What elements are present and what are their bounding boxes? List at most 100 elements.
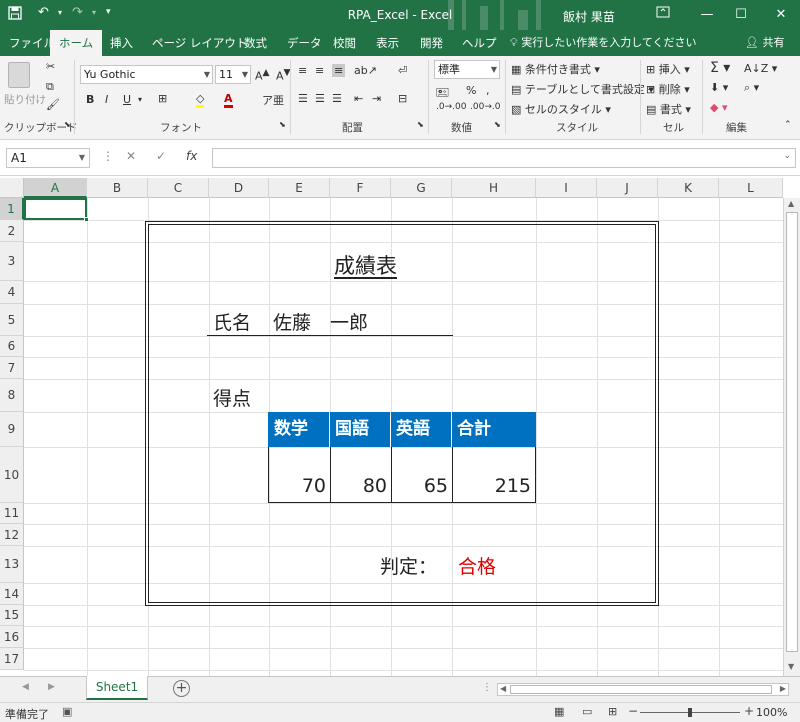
align-middle-icon[interactable]: ≡	[315, 64, 324, 77]
paste-button[interactable]: 貼り付け	[4, 92, 46, 107]
increase-indent-icon[interactable]: ⇥	[372, 92, 381, 105]
row-header-3[interactable]: 3	[0, 242, 24, 281]
sheet-scroll-right-icon[interactable]: ▶	[48, 682, 55, 692]
row-header-1[interactable]: 1	[0, 198, 24, 220]
percent-icon[interactable]: %	[466, 84, 476, 97]
normal-view-icon[interactable]: ▦	[554, 705, 564, 718]
page-layout-view-icon[interactable]: ▭	[582, 705, 592, 718]
column-header-k[interactable]: K	[658, 178, 719, 198]
zoom-level[interactable]: 100%	[756, 706, 787, 719]
increase-decimal-icon[interactable]: .0→.00	[436, 102, 466, 112]
tab-data[interactable]: データ	[287, 30, 322, 56]
column-header-e[interactable]: E	[269, 178, 330, 198]
find-select-icon[interactable]: ⌕ ▾	[744, 81, 759, 95]
phonetic-icon[interactable]: ア亜	[262, 92, 284, 108]
column-header-f[interactable]: F	[330, 178, 391, 198]
row-header-14[interactable]: 14	[0, 583, 24, 605]
close-icon[interactable]: ✕	[770, 4, 792, 26]
decrease-font-icon[interactable]: A▼	[276, 67, 291, 83]
macro-record-icon[interactable]: ▣	[62, 705, 72, 718]
fill-color-icon[interactable]: ◇	[196, 92, 205, 108]
row-header-8[interactable]: 8	[0, 379, 24, 412]
number-format-box[interactable]: 標準 ▼	[434, 60, 500, 79]
insert-cells-button[interactable]: ⊞ 挿入 ▾	[646, 61, 690, 77]
number-launcher-icon[interactable]: ⬊	[494, 120, 501, 129]
sheet-scroll-left-icon[interactable]: ◀	[22, 682, 29, 692]
row-header-7[interactable]: 7	[0, 357, 24, 379]
bold-button[interactable]: B	[86, 93, 94, 106]
tab-page-layout[interactable]: ページ レイアウト	[152, 30, 247, 56]
decrease-decimal-icon[interactable]: .00→.0	[470, 102, 500, 112]
font-size-box[interactable]: 11 ▼	[215, 65, 251, 84]
row-header-6[interactable]: 6	[0, 336, 24, 357]
tab-developer[interactable]: 開発	[420, 30, 443, 56]
tell-me-box[interactable]: 💡︎ 実行したい作業を入力してください	[510, 30, 697, 56]
column-header-j[interactable]: J	[597, 178, 658, 198]
autosum-icon[interactable]: Σ ▾	[710, 60, 730, 76]
tab-insert[interactable]: 挿入	[110, 30, 133, 56]
zoom-in-icon[interactable]: +	[744, 704, 754, 718]
decrease-indent-icon[interactable]: ⇤	[354, 92, 363, 105]
sheet-tab-sheet1[interactable]: Sheet1	[86, 676, 148, 700]
minimize-icon[interactable]: —	[696, 4, 718, 26]
paste-icon[interactable]	[8, 62, 30, 88]
align-left-icon[interactable]: ☰	[298, 92, 308, 105]
row-header-10[interactable]: 10	[0, 447, 24, 503]
tab-help[interactable]: ヘルプ	[462, 30, 497, 56]
align-center-icon[interactable]: ☰	[315, 92, 325, 105]
formula-input[interactable]: ⌄	[212, 148, 796, 168]
maximize-icon[interactable]: ☐	[730, 4, 752, 26]
column-header-i[interactable]: I	[536, 178, 597, 198]
row-header-11[interactable]: 11	[0, 503, 24, 524]
collapse-ribbon-icon[interactable]: ⌃	[784, 120, 792, 130]
vertical-scrollbar[interactable]: ▲ ▼	[783, 198, 800, 676]
column-header-a[interactable]: A	[24, 178, 87, 198]
sort-filter-icon[interactable]: A↓Z ▾	[744, 62, 777, 75]
align-top-icon[interactable]: ≡	[298, 64, 307, 77]
format-cells-button[interactable]: ▤ 書式 ▾	[646, 101, 691, 117]
row-header-16[interactable]: 16	[0, 626, 24, 648]
underline-dropdown-icon[interactable]: ▾	[138, 95, 142, 104]
alignment-launcher-icon[interactable]: ⬊	[417, 120, 424, 129]
worksheet-grid[interactable]: A B C D E F G H I J K L 1 2 3 4 5 6 7 8 …	[0, 178, 800, 676]
comma-icon[interactable]: ,	[486, 84, 490, 97]
cut-icon[interactable]: ✂	[46, 60, 55, 73]
row-header-4[interactable]: 4	[0, 281, 24, 304]
vertical-scroll-thumb[interactable]	[786, 212, 798, 652]
font-name-box[interactable]: Yu Gothic ▼	[80, 65, 213, 84]
copy-icon[interactable]: ⧉	[46, 80, 54, 94]
scroll-up-icon[interactable]: ▲	[788, 199, 794, 208]
row-header-2[interactable]: 2	[0, 220, 24, 242]
align-bottom-icon[interactable]: ≡	[332, 64, 346, 77]
zoom-slider-knob[interactable]	[688, 708, 692, 717]
column-header-g[interactable]: G	[391, 178, 452, 198]
column-header-b[interactable]: B	[87, 178, 148, 198]
tab-formulas[interactable]: 数式	[244, 30, 267, 56]
scroll-down-icon[interactable]: ▼	[788, 662, 794, 671]
column-header-c[interactable]: C	[148, 178, 209, 198]
delete-cells-button[interactable]: ⊟ 削除 ▾	[646, 81, 690, 97]
row-header-15[interactable]: 15	[0, 605, 24, 626]
clear-icon[interactable]: ◆ ▾	[710, 101, 727, 114]
orientation-icon[interactable]: ab↗	[354, 64, 377, 77]
page-break-view-icon[interactable]: ⊞	[608, 705, 617, 718]
format-painter-icon[interactable]: 🖌︎	[46, 98, 60, 111]
wrap-text-icon[interactable]: ⏎	[398, 64, 407, 77]
row-header-17[interactable]: 17	[0, 648, 24, 670]
active-cell-a1[interactable]	[24, 198, 87, 220]
horizontal-scrollbar[interactable]: ◀ ▶	[497, 683, 789, 696]
align-right-icon[interactable]: ☰	[332, 92, 342, 105]
conditional-format-button[interactable]: ▦ 条件付き書式 ▾	[511, 61, 600, 77]
share-button[interactable]: 👤︎ 共有	[745, 30, 784, 56]
format-as-table-button[interactable]: ▤ テーブルとして書式設定 ▾	[511, 81, 654, 97]
tab-review[interactable]: 校閲	[333, 30, 356, 56]
column-header-l[interactable]: L	[719, 178, 783, 198]
row-header-9[interactable]: 9	[0, 412, 24, 447]
fill-handle[interactable]	[84, 217, 89, 222]
underline-button[interactable]: U	[123, 93, 131, 106]
clipboard-launcher-icon[interactable]: ⬊	[64, 120, 71, 129]
add-sheet-button[interactable]: +	[173, 680, 190, 697]
cancel-icon[interactable]: ✕	[126, 149, 136, 163]
fill-icon[interactable]: ⬇ ▾	[710, 81, 728, 94]
select-all-corner[interactable]	[0, 178, 24, 198]
